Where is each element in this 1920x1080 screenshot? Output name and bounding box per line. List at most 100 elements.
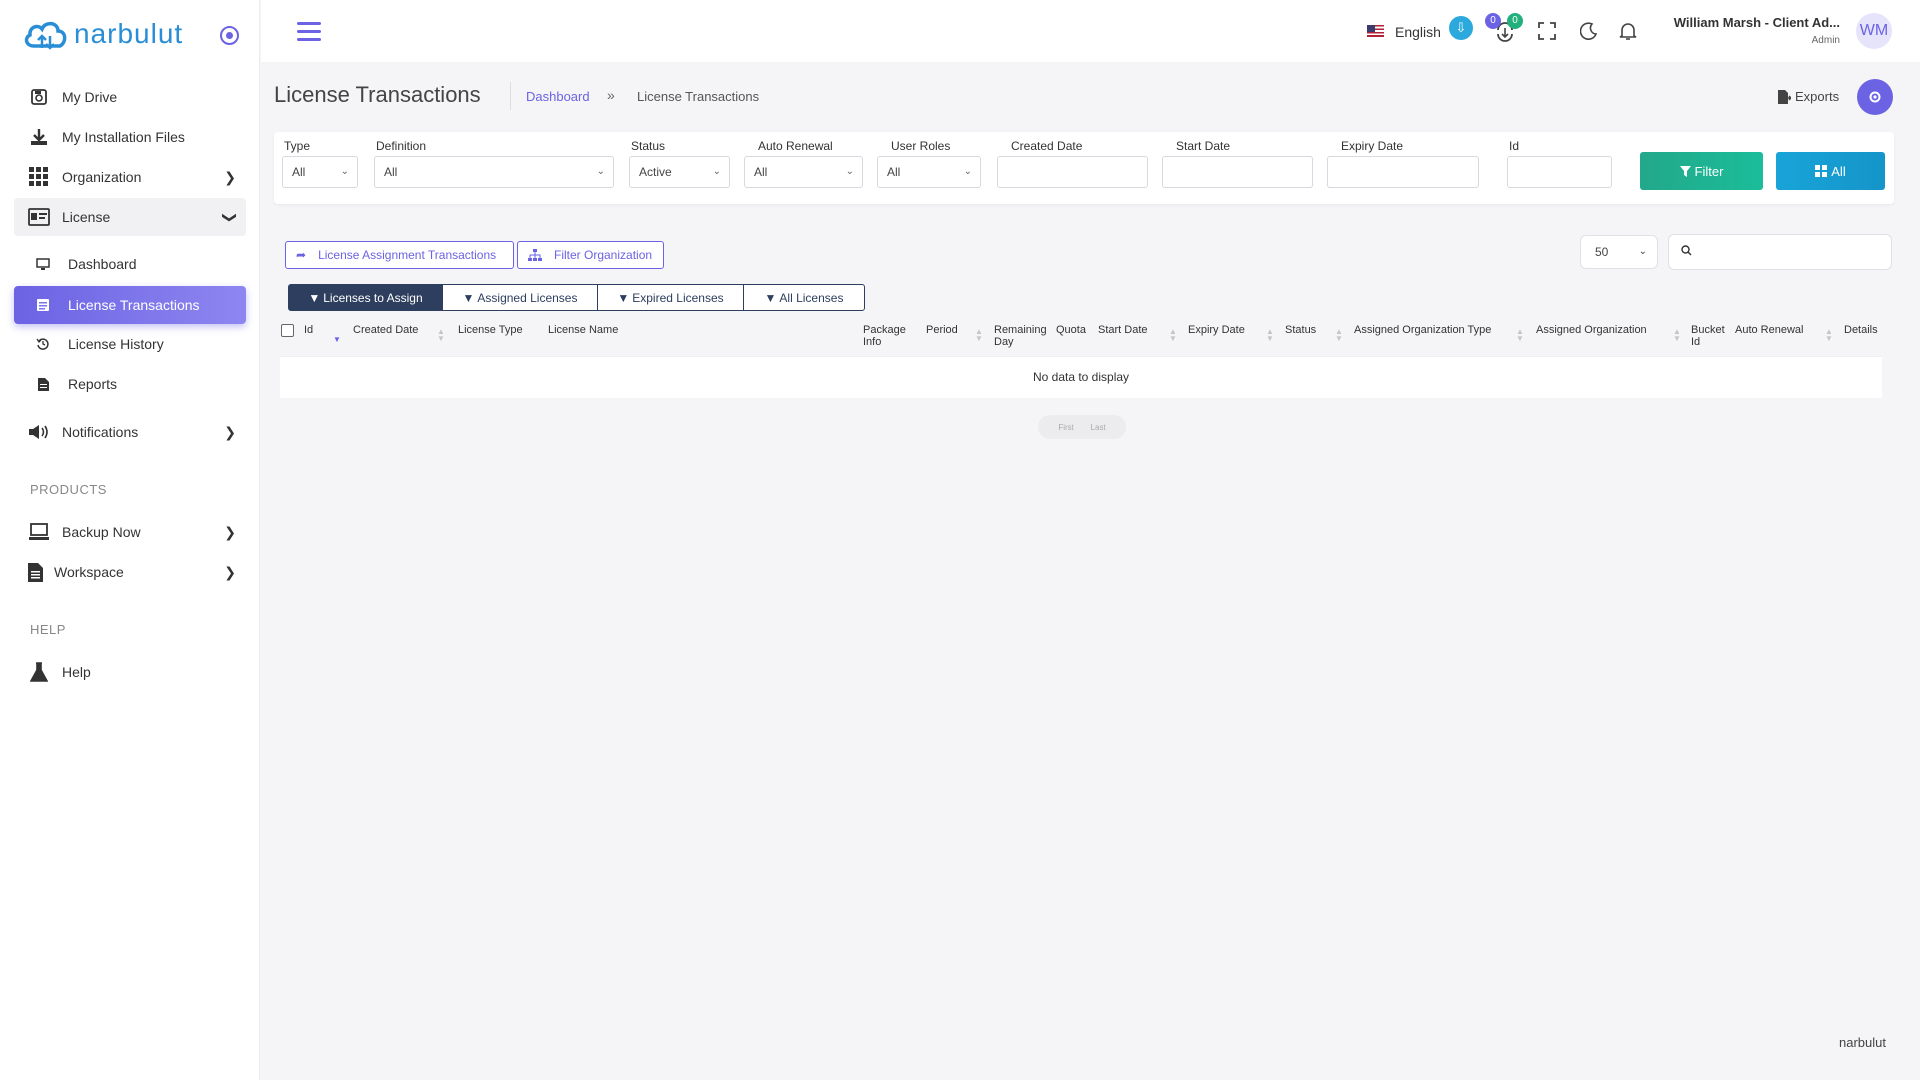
tab-assigned-licenses[interactable]: ▼ Assigned Licenses: [442, 284, 598, 311]
pagination: First Last: [1038, 415, 1126, 439]
filter-status-select[interactable]: Active ⌄: [629, 156, 730, 188]
tab-licenses-to-assign[interactable]: ▼ Licenses to Assign: [288, 284, 443, 311]
column-header-details[interactable]: Details: [1844, 324, 1878, 336]
sort-icon[interactable]: ▲ ▼: [1335, 328, 1343, 343]
badge-count-b: 0: [1507, 13, 1523, 29]
exports-label: Exports: [1795, 89, 1840, 104]
sort-desc-icon[interactable]: ▼: [333, 336, 341, 344]
filter-button[interactable]: Filter: [1640, 152, 1763, 190]
column-header-start-date[interactable]: Start Date: [1098, 324, 1148, 336]
id-card-icon: [28, 206, 50, 228]
filter-expiry-date-label: Expiry Date: [1341, 139, 1404, 153]
filter-definition-select[interactable]: All ⌄: [374, 156, 614, 188]
filter-button-label: Filter: [1694, 163, 1724, 179]
column-header-period[interactable]: Period: [926, 324, 958, 336]
sidebar-item-label: Notifications: [62, 424, 139, 440]
page-size-select[interactable]: 50 ⌄: [1580, 235, 1658, 269]
file-export-icon: [1778, 89, 1791, 104]
hamburger-menu-icon[interactable]: [297, 22, 321, 42]
column-header-license-name[interactable]: License Name: [548, 324, 618, 336]
download-circle-icon[interactable]: ⇩: [1449, 16, 1473, 40]
avatar[interactable]: WM: [1856, 13, 1892, 49]
funnel-icon: ▼: [308, 290, 321, 305]
sidebar-subitem-reports[interactable]: Reports: [14, 366, 246, 402]
tab-expired-licenses[interactable]: ▼ Expired Licenses: [597, 284, 744, 311]
license-tab-group: ▼ Licenses to Assign ▼ Assigned Licenses…: [288, 284, 865, 311]
bell-icon[interactable]: [1619, 22, 1637, 46]
column-header-auto-renewal[interactable]: Auto Renewal: [1735, 324, 1804, 336]
list-icon: [34, 296, 52, 314]
column-header-remaining-day[interactable]: Remaining Day: [994, 324, 1052, 348]
tab-label: Assigned Licenses: [477, 290, 578, 305]
sidebar-item-notifications[interactable]: Notifications ❯: [14, 413, 246, 451]
language-selector[interactable]: English: [1395, 24, 1441, 40]
chevron-down-icon: ⌄: [1638, 246, 1647, 257]
column-header-assigned-organization[interactable]: Assigned Organization: [1536, 324, 1647, 336]
us-flag-icon[interactable]: [1367, 25, 1384, 37]
column-header-license-type[interactable]: License Type: [458, 324, 523, 336]
select-all-checkbox[interactable]: [281, 324, 294, 337]
fullscreen-icon[interactable]: [1538, 22, 1556, 45]
sidebar-item-organization[interactable]: Organization ❯: [14, 158, 246, 196]
sort-icon[interactable]: ▲ ▼: [1516, 328, 1524, 343]
filter-organization-button[interactable]: Filter Organization: [517, 241, 664, 269]
topbar: [261, 0, 1920, 62]
filter-auto-renewal-value: All: [754, 165, 768, 179]
sidebar-item-backup-now[interactable]: Backup Now ❯: [14, 513, 246, 551]
sitemap-icon: [528, 249, 542, 261]
column-header-assigned-organization-type[interactable]: Assigned Organization Type: [1354, 324, 1491, 336]
filter-expiry-date-input[interactable]: [1327, 156, 1479, 188]
filter-type-select[interactable]: All ⌄: [282, 156, 358, 188]
sidebar-subitem-dashboard[interactable]: Dashboard: [14, 246, 246, 282]
pager-last-button[interactable]: Last: [1091, 423, 1106, 432]
funnel-icon: ▼: [617, 290, 630, 305]
all-button[interactable]: All: [1776, 152, 1885, 190]
tab-all-licenses[interactable]: ▼ All Licenses: [743, 284, 865, 311]
column-header-expiry-date[interactable]: Expiry Date: [1188, 324, 1245, 336]
pager-first-button[interactable]: First: [1058, 423, 1074, 432]
drive-icon: [28, 86, 50, 108]
column-header-bucket-id[interactable]: Bucket Id: [1691, 324, 1731, 348]
chevron-down-icon: ⌄: [596, 166, 605, 177]
sidebar-subitem-license-history[interactable]: License History: [14, 326, 246, 362]
sort-icon[interactable]: ▲ ▼: [1169, 328, 1177, 343]
settings-gear-button[interactable]: [1857, 79, 1893, 115]
filter-created-date-input[interactable]: [997, 156, 1148, 188]
download-icon: [28, 126, 50, 148]
grid-icon: [28, 166, 50, 188]
table-search-input[interactable]: [1668, 234, 1892, 270]
sidebar-item-label: My Drive: [62, 89, 118, 105]
gear-icon: [1869, 91, 1881, 103]
exports-button[interactable]: Exports: [1778, 89, 1839, 104]
breadcrumb-current: License Transactions: [637, 89, 760, 104]
brand-logo[interactable]: narbulut: [22, 14, 183, 54]
column-header-quota[interactable]: Quota: [1056, 324, 1086, 336]
column-header-created-date[interactable]: Created Date: [353, 324, 418, 336]
filter-user-roles-select[interactable]: All ⌄: [877, 156, 981, 188]
sidebar-item-license[interactable]: License ❯: [14, 198, 246, 236]
column-header-package-info[interactable]: Package Info: [863, 324, 911, 348]
sort-icon[interactable]: ▲ ▼: [437, 328, 445, 343]
sidebar-item-my-installation-files[interactable]: My Installation Files: [14, 118, 246, 156]
sidebar-item-label: Workspace: [54, 564, 124, 580]
sort-icon[interactable]: ▲ ▼: [975, 328, 983, 343]
column-header-id[interactable]: Id: [304, 324, 313, 336]
user-name[interactable]: William Marsh - Client Ad...: [1674, 15, 1840, 30]
license-assignment-transactions-button[interactable]: ➦ License Assignment Transactions: [285, 241, 514, 269]
sidebar-item-my-drive[interactable]: My Drive: [14, 78, 246, 116]
column-header-status[interactable]: Status: [1285, 324, 1316, 336]
all-button-label: All: [1831, 163, 1846, 179]
filter-id-input[interactable]: [1507, 156, 1612, 188]
sort-icon[interactable]: ▲ ▼: [1673, 328, 1681, 343]
sidebar-item-help[interactable]: Help: [14, 653, 246, 691]
sidebar-subitem-license-transactions[interactable]: License Transactions: [14, 286, 246, 324]
search-icon: [1681, 245, 1692, 256]
sidebar-item-workspace[interactable]: Workspace ❯: [14, 553, 246, 591]
sidebar-pin-icon[interactable]: [220, 26, 239, 45]
filter-start-date-input[interactable]: [1162, 156, 1313, 188]
sort-icon[interactable]: ▲ ▼: [1825, 328, 1833, 343]
breadcrumb-dashboard-link[interactable]: Dashboard: [526, 89, 590, 104]
sort-icon[interactable]: ▲ ▼: [1266, 328, 1274, 343]
filter-auto-renewal-select[interactable]: All ⌄: [744, 156, 863, 188]
dark-mode-moon-icon[interactable]: [1579, 22, 1598, 45]
